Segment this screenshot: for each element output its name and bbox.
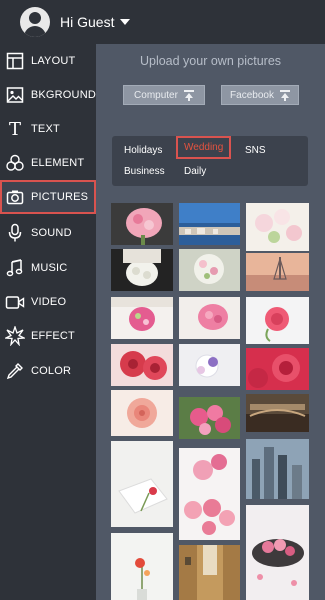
sidebar-item-label: BKGROUND (30, 89, 96, 101)
photo-thumbnail[interactable] (246, 505, 309, 600)
sidebar-item-label: TEXT (31, 123, 60, 135)
photo-thumbnail[interactable] (179, 448, 240, 540)
sidebar-item-bkground[interactable]: BKGROUND (0, 78, 96, 112)
sidebar-item-pictures[interactable]: PICTURES (0, 180, 96, 214)
upload-facebook-button[interactable]: Facebook (221, 85, 299, 105)
photo-thumbnail[interactable] (111, 390, 173, 436)
sidebar-item-label: EFFECT (31, 330, 75, 342)
upload-arrow-icon (183, 89, 194, 101)
photo-thumbnail[interactable] (246, 297, 309, 344)
sidebar-item-color[interactable]: COLOR (0, 354, 96, 388)
photo-thumbnail[interactable] (111, 297, 173, 339)
tag-business[interactable]: Business (124, 166, 165, 177)
element-icon (5, 153, 25, 173)
svg-text:T: T (9, 119, 21, 139)
microphone-icon (5, 223, 25, 243)
photo-thumbnail[interactable] (246, 348, 309, 390)
sidebar-item-effect[interactable]: EFFECT (0, 319, 96, 353)
sidebar-item-label: ELEMENT (31, 157, 85, 169)
sidebar-item-label: VIDEO (31, 296, 67, 308)
photo-thumbnail[interactable] (111, 441, 173, 527)
upload-facebook-label: Facebook (230, 89, 274, 101)
photo-thumbnail[interactable] (179, 545, 240, 600)
sidebar-item-music[interactable]: MUSIC (0, 251, 96, 285)
camera-icon (5, 187, 25, 207)
photo-thumbnail[interactable] (111, 203, 173, 245)
photo-thumbnail[interactable] (246, 439, 309, 499)
sidebar-item-sound[interactable]: SOUND (0, 216, 96, 250)
video-camera-icon (5, 292, 25, 312)
sidebar: LAYOUT BKGROUND T TEXT ELEMENT PICTURES … (0, 44, 96, 600)
top-bar: Hi Guest (0, 0, 325, 44)
tag-sns[interactable]: SNS (245, 145, 266, 156)
photo-thumbnail[interactable] (111, 344, 173, 386)
sidebar-item-layout[interactable]: LAYOUT (0, 44, 96, 78)
tag-daily[interactable]: Daily (184, 166, 206, 177)
photo-thumbnail[interactable] (179, 397, 240, 439)
music-note-icon (5, 258, 25, 278)
photo-thumbnail[interactable] (246, 203, 309, 251)
sidebar-item-text[interactable]: T TEXT (0, 112, 96, 146)
sidebar-item-video[interactable]: VIDEO (0, 285, 96, 319)
layout-icon (5, 51, 25, 71)
sidebar-item-label: LAYOUT (31, 55, 76, 67)
photo-thumbnail[interactable] (246, 253, 309, 291)
sidebar-item-label: PICTURES (31, 191, 89, 203)
sidebar-item-label: COLOR (31, 365, 72, 377)
image-icon (5, 85, 25, 105)
tag-holidays[interactable]: Holidays (124, 145, 162, 156)
pictures-panel: Upload your own pictures Computer Facebo… (96, 44, 325, 600)
photo-thumbnail[interactable] (179, 249, 240, 291)
user-avatar-icon[interactable] (20, 7, 50, 37)
tag-wedding[interactable]: Wedding (176, 136, 232, 159)
photo-thumbnail[interactable] (246, 394, 309, 432)
user-greeting[interactable]: Hi Guest (60, 14, 114, 30)
sparkle-icon (5, 326, 25, 346)
upload-title: Upload your own pictures (139, 54, 282, 68)
upload-computer-button[interactable]: Computer (123, 85, 205, 105)
photo-thumbnail[interactable] (111, 533, 173, 600)
photo-thumbnail[interactable] (111, 249, 173, 291)
eyedropper-icon (5, 361, 25, 381)
photo-thumbnail[interactable] (179, 297, 240, 339)
sidebar-item-label: MUSIC (31, 262, 68, 274)
category-tags: Holidays Wedding SNS Business Daily (112, 136, 308, 186)
sidebar-item-label: SOUND (31, 227, 72, 239)
upload-computer-label: Computer (134, 89, 178, 101)
upload-arrow-icon (279, 89, 290, 101)
photo-thumbnail[interactable] (179, 203, 240, 245)
text-icon: T (5, 119, 25, 139)
chevron-down-icon[interactable] (120, 19, 131, 25)
photo-thumbnail[interactable] (179, 344, 240, 386)
sidebar-item-element[interactable]: ELEMENT (0, 146, 96, 180)
